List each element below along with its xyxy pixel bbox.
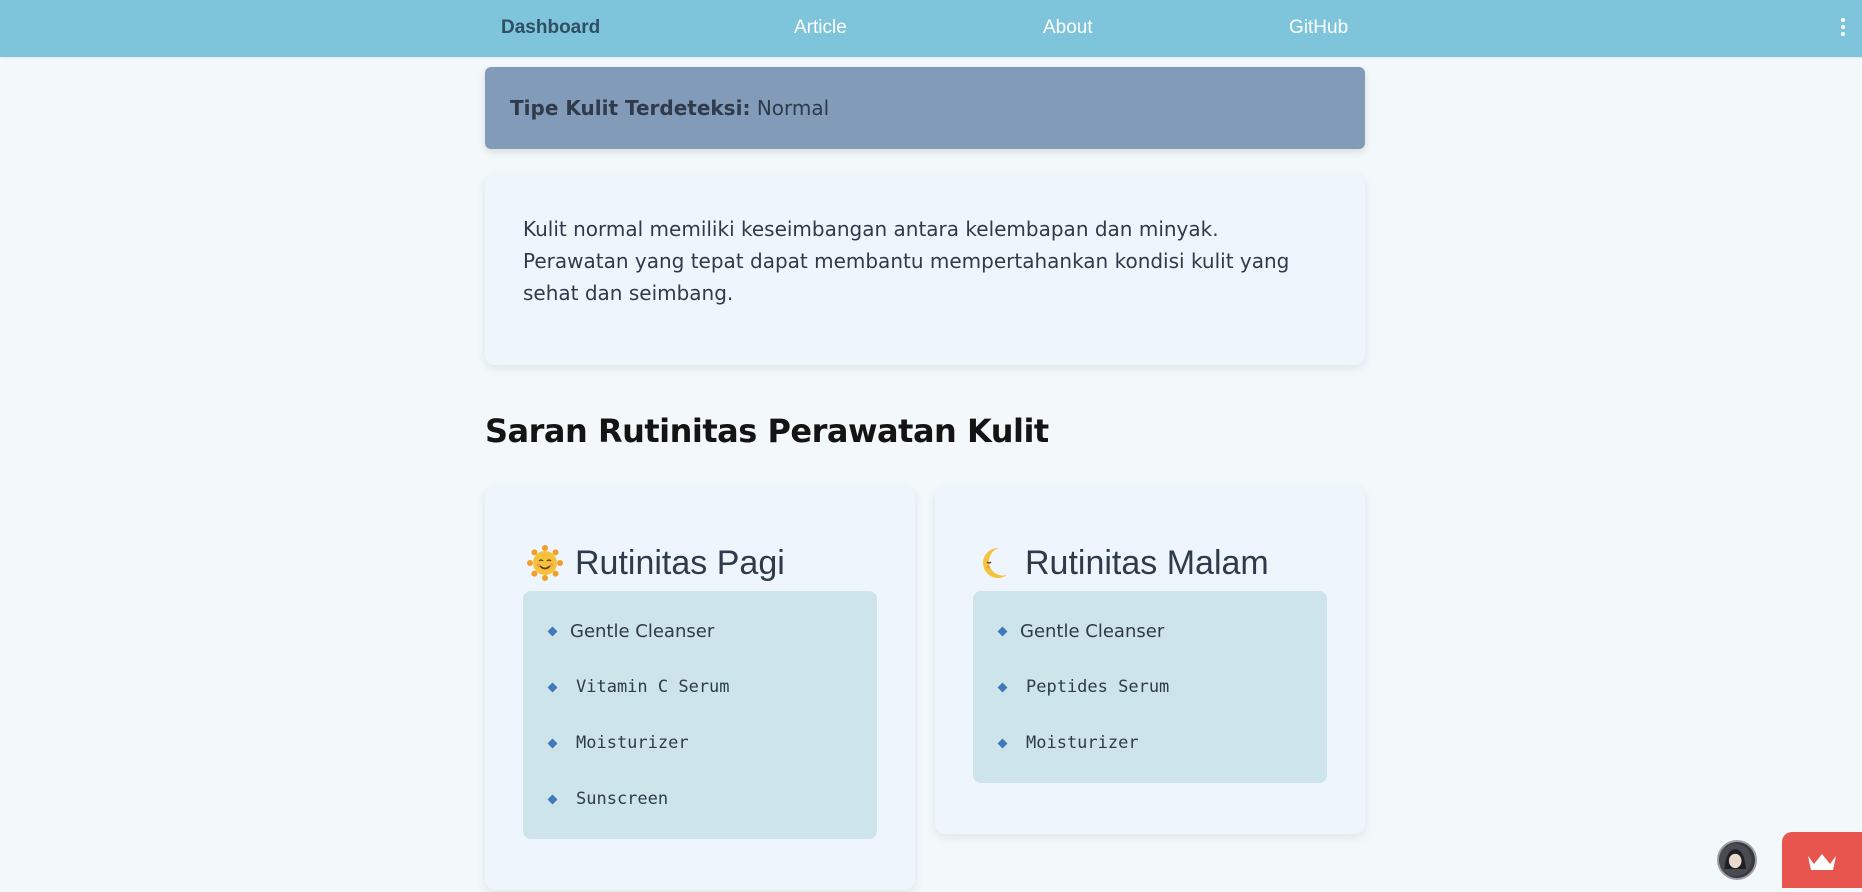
list-item-text: Peptides Serum xyxy=(1026,677,1170,697)
morning-routine-header: Rutinitas Pagi xyxy=(523,535,877,591)
list-item: Moisturizer xyxy=(997,715,1297,771)
diamond-bullet-icon xyxy=(547,738,558,748)
kebab-menu-icon[interactable] xyxy=(1838,18,1848,38)
diamond-bullet-icon xyxy=(997,626,1008,636)
morning-routine-card: Rutinitas Pagi Gentle Cleanser Vitamin C… xyxy=(485,487,915,890)
list-item-text: Sunscreen xyxy=(576,789,669,809)
nav-about[interactable]: About xyxy=(1043,0,1093,57)
diamond-bullet-icon xyxy=(997,682,1008,692)
skin-type-banner: Tipe Kulit Terdeteksi: Normal xyxy=(485,67,1365,149)
avatar-icon[interactable] xyxy=(1717,840,1757,880)
skin-type-value: Normal xyxy=(756,96,830,120)
night-routine-header: Rutinitas Malam xyxy=(973,535,1327,591)
list-item: Moisturizer xyxy=(547,715,847,771)
smiling-sun-icon xyxy=(527,545,563,581)
diamond-bullet-icon xyxy=(997,738,1008,748)
list-item: Gentle Cleanser xyxy=(547,603,847,659)
diamond-bullet-icon xyxy=(547,626,558,636)
morning-routine-list: Gentle Cleanser Vitamin C Serum Moisturi… xyxy=(523,591,877,839)
list-item-text: Gentle Cleanser xyxy=(570,620,715,642)
top-navbar: Dashboard Article About GitHub xyxy=(0,0,1862,57)
list-item: Gentle Cleanser xyxy=(997,603,1297,659)
description-text: Kulit normal memiliki keseimbangan antar… xyxy=(523,217,1290,305)
diamond-bullet-icon xyxy=(547,794,558,804)
crown-icon xyxy=(1808,854,1836,870)
night-routine-title: Rutinitas Malam xyxy=(1025,543,1269,582)
list-item-text: Moisturizer xyxy=(576,733,689,753)
description-card: Kulit normal memiliki keseimbangan antar… xyxy=(485,175,1365,365)
nav-dashboard[interactable]: Dashboard xyxy=(501,0,600,57)
list-item: Sunscreen xyxy=(547,771,847,827)
list-item-text: Gentle Cleanser xyxy=(1020,620,1165,642)
list-item: Peptides Serum xyxy=(997,659,1297,715)
diamond-bullet-icon xyxy=(547,682,558,692)
list-item: Vitamin C Serum xyxy=(547,659,847,715)
night-routine-card: Rutinitas Malam Gentle Cleanser Peptides… xyxy=(935,487,1365,834)
crown-button[interactable] xyxy=(1782,832,1862,888)
crescent-moon-icon xyxy=(983,547,1007,578)
nav-article[interactable]: Article xyxy=(794,0,847,57)
morning-routine-title: Rutinitas Pagi xyxy=(575,543,785,582)
list-item-text: Moisturizer xyxy=(1026,733,1139,753)
nav-github[interactable]: GitHub xyxy=(1289,0,1348,57)
list-item-text: Vitamin C Serum xyxy=(576,677,730,697)
night-routine-list: Gentle Cleanser Peptides Serum Moisturiz… xyxy=(973,591,1327,783)
skin-type-label: Tipe Kulit Terdeteksi: xyxy=(510,96,751,120)
section-title: Saran Rutinitas Perawatan Kulit xyxy=(485,412,1049,450)
